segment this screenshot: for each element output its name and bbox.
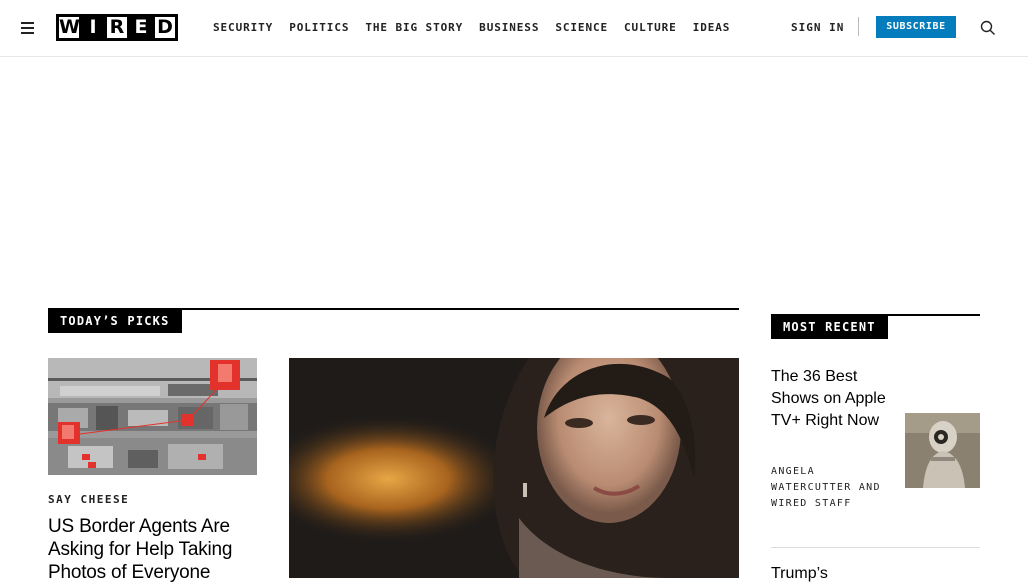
wired-logo[interactable]: W I R E D — [56, 14, 178, 41]
header-divider — [858, 17, 859, 36]
story-kicker: SAY CHEESE — [48, 493, 130, 506]
subscribe-button[interactable]: SUBSCRIBE — [876, 16, 956, 38]
logo-letter: W — [59, 16, 80, 38]
nav-business[interactable]: BUSINESS — [479, 21, 539, 34]
nav-science[interactable]: SCIENCE — [555, 21, 608, 34]
main-nav: SECURITY POLITICS THE BIG STORY BUSINESS… — [213, 21, 746, 34]
recent-headline[interactable]: Trump’s — [771, 563, 921, 585]
sign-in-link[interactable]: SIGN IN — [791, 21, 844, 34]
story-headline[interactable]: US Border Agents Are Asking for Help Tak… — [48, 515, 257, 584]
recent-divider — [771, 547, 980, 548]
recent-headline[interactable]: The 36 Best Shows on Apple TV+ Right Now — [771, 366, 891, 432]
nav-ideas[interactable]: IDEAS — [693, 21, 731, 34]
story-thumbnail-border-photo[interactable] — [48, 358, 257, 475]
menu-icon[interactable] — [21, 22, 34, 34]
recent-byline[interactable]: ANGELA WATERCUTTER AND WIRED STAFF — [771, 464, 881, 512]
nav-politics[interactable]: POLITICS — [289, 21, 349, 34]
nav-culture[interactable]: CULTURE — [624, 21, 677, 34]
border-photo-illustration — [48, 358, 257, 475]
logo-letter: D — [155, 17, 175, 38]
recent-thumbnail-illustration — [905, 413, 980, 488]
recent-thumbnail[interactable] — [905, 413, 980, 488]
site-header: W I R E D SECURITY POLITICS THE BIG STOR… — [0, 0, 1028, 57]
todays-picks-label: TODAY’S PICKS — [48, 308, 182, 333]
hero-story-image[interactable] — [289, 358, 739, 578]
most-recent-label: MOST RECENT — [771, 314, 888, 339]
logo-letter: E — [131, 17, 151, 38]
search-icon[interactable] — [980, 20, 996, 36]
logo-letter: I — [83, 17, 103, 38]
logo-letter: R — [107, 17, 127, 38]
nav-the-big-story[interactable]: THE BIG STORY — [365, 21, 463, 34]
nav-security[interactable]: SECURITY — [213, 21, 273, 34]
hero-portrait-photo — [289, 358, 739, 578]
